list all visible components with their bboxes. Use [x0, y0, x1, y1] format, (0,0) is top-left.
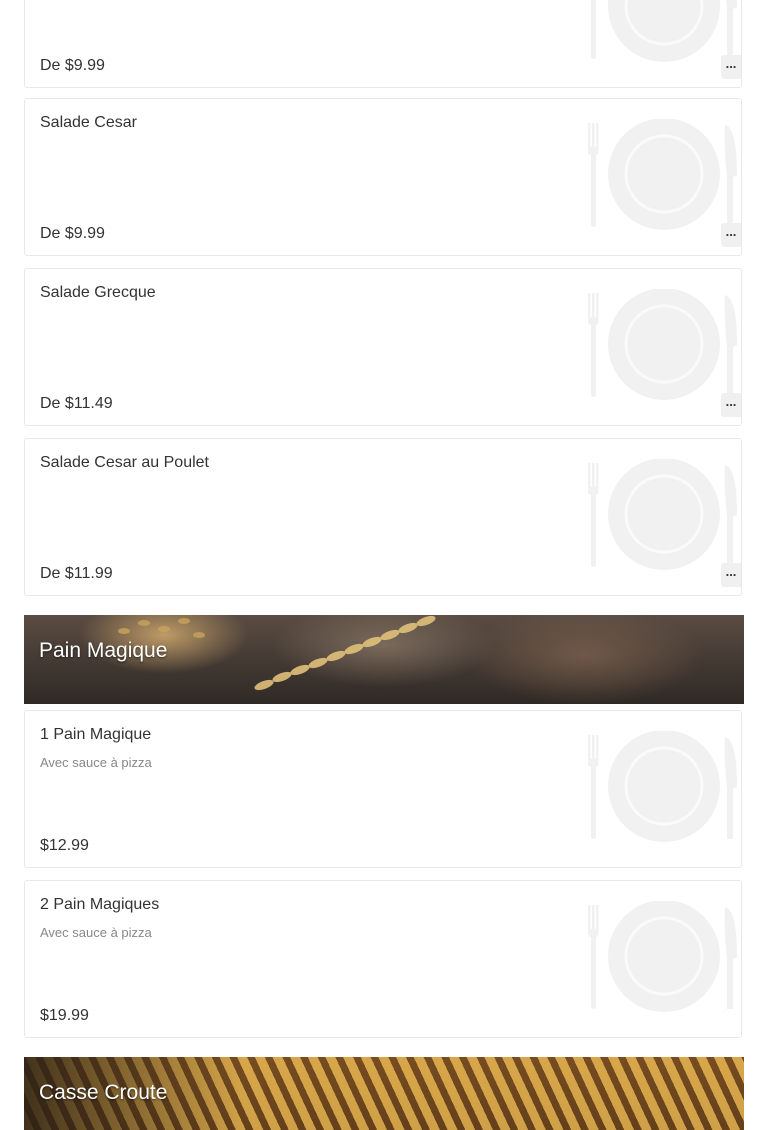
menu-item-name: Salade Cesar au Poulet: [40, 454, 209, 471]
plate-fork-knife-icon: [585, 0, 737, 63]
plate-fork-knife-icon: [585, 731, 737, 843]
plate-fork-knife-icon: [585, 119, 737, 231]
menu-item-name: 2 Pain Magiques: [40, 896, 160, 913]
menu-item-description: Avec sauce à pizza: [40, 755, 152, 770]
plate-fork-knife-icon: [585, 901, 737, 1013]
menu-item-name: Salade Grecque: [40, 284, 156, 301]
menu-item-name: Salade Cesar: [40, 114, 137, 131]
more-options-button[interactable]: ...: [721, 223, 741, 247]
menu-item-card[interactable]: Salade Grecque De $11.49 ...: [24, 268, 742, 426]
section-title: Pain Magique: [39, 639, 168, 662]
more-options-button[interactable]: ...: [721, 55, 741, 79]
menu-item-price: $12.99: [40, 837, 89, 854]
menu-item-price: De $11.49: [40, 395, 113, 412]
menu-item-description: Avec sauce à pizza: [40, 925, 152, 940]
section-banner-casse-croute: Casse Croute: [24, 1057, 744, 1130]
menu-item-price: De $11.99: [40, 565, 113, 582]
menu-item-card[interactable]: Salade Cesar au Poulet De $11.99 ...: [24, 438, 742, 596]
more-options-button[interactable]: ...: [721, 563, 741, 587]
menu-item-card[interactable]: De $9.99 ...: [24, 0, 742, 88]
menu-item-card[interactable]: 2 Pain Magiques Avec sauce à pizza $19.9…: [24, 880, 742, 1038]
menu-item-name: 1 Pain Magique: [40, 726, 152, 743]
plate-fork-knife-icon: [585, 459, 737, 571]
menu-item-card[interactable]: 1 Pain Magique Avec sauce à pizza $12.99: [24, 710, 742, 868]
section-title: Casse Croute: [39, 1081, 168, 1104]
menu-item-price: $19.99: [40, 1007, 89, 1024]
section-banner-pain-magique: Pain Magique: [24, 615, 744, 704]
menu-item-price: De $9.99: [40, 57, 105, 74]
plate-fork-knife-icon: [585, 289, 737, 401]
menu-page: De $9.99 ... Salade Cesar De $9.99 ... S…: [0, 0, 770, 1130]
more-options-button[interactable]: ...: [721, 393, 741, 417]
menu-item-card[interactable]: Salade Cesar De $9.99 ...: [24, 98, 742, 256]
menu-item-price: De $9.99: [40, 225, 105, 242]
